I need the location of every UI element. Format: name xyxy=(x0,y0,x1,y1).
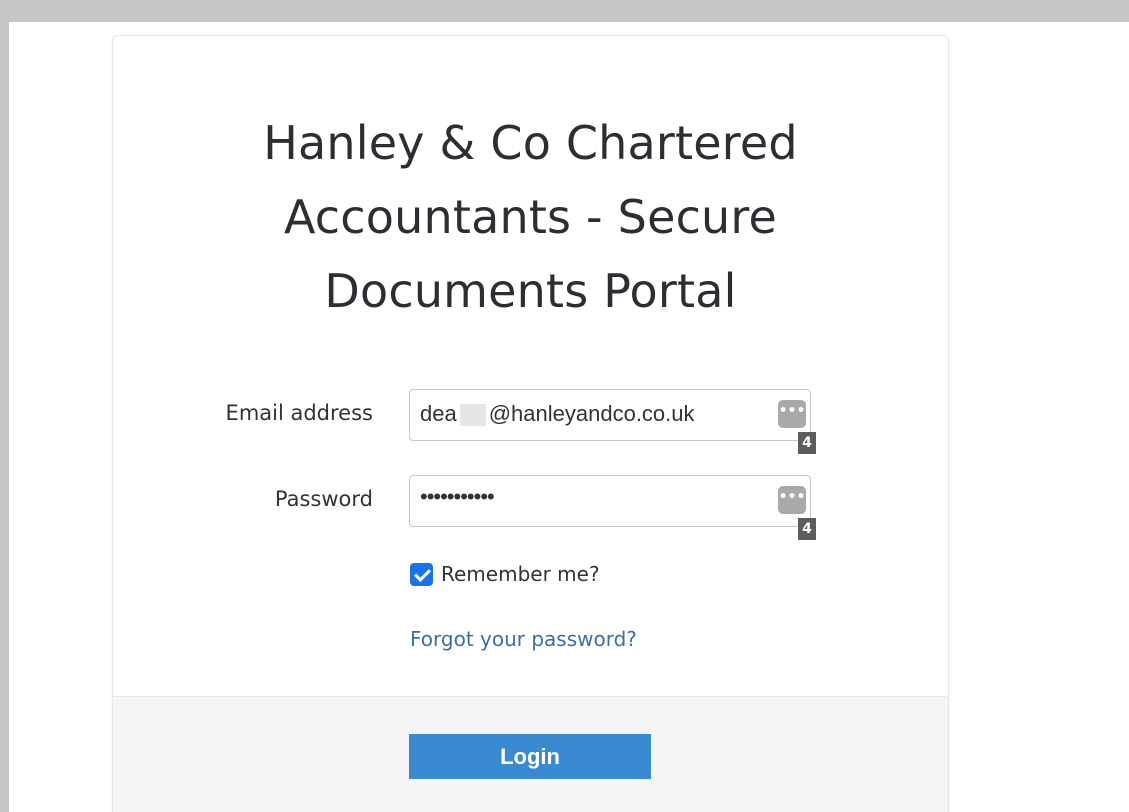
page-title: Hanley & Co Chartered Accountants - Secu… xyxy=(263,116,798,318)
password-value: ••••••••••• xyxy=(420,484,495,509)
forgot-password-link[interactable]: Forgot your password? xyxy=(410,627,637,651)
login-button[interactable]: Login xyxy=(409,734,651,779)
email-label: Email address xyxy=(225,401,373,425)
remember-me-checkbox[interactable] xyxy=(410,562,433,586)
email-value: dea @hanleyandco.co.uk xyxy=(420,401,695,427)
password-manager-badge: 4 xyxy=(798,518,816,540)
browser-viewport: Hanley & Co Chartered Accountants - Secu… xyxy=(9,22,1129,812)
email-field[interactable]: dea @hanleyandco.co.uk ••• 4 xyxy=(409,389,816,454)
more-dots-icon: ••• xyxy=(778,403,806,419)
login-card: Hanley & Co Chartered Accountants - Secu… xyxy=(112,35,949,812)
password-manager-icon[interactable]: ••• 4 xyxy=(778,400,816,454)
card-footer: Login xyxy=(113,696,948,812)
redaction-box xyxy=(459,404,486,427)
more-dots-icon: ••• xyxy=(778,489,806,505)
password-field[interactable]: ••••••••••• ••• 4 xyxy=(409,475,816,540)
password-manager-icon[interactable]: ••• 4 xyxy=(778,486,816,540)
remember-me-label: Remember me? xyxy=(441,562,600,586)
password-manager-badge: 4 xyxy=(798,432,816,454)
remember-me-row[interactable]: Remember me? xyxy=(410,562,600,586)
password-label: Password xyxy=(274,487,373,511)
